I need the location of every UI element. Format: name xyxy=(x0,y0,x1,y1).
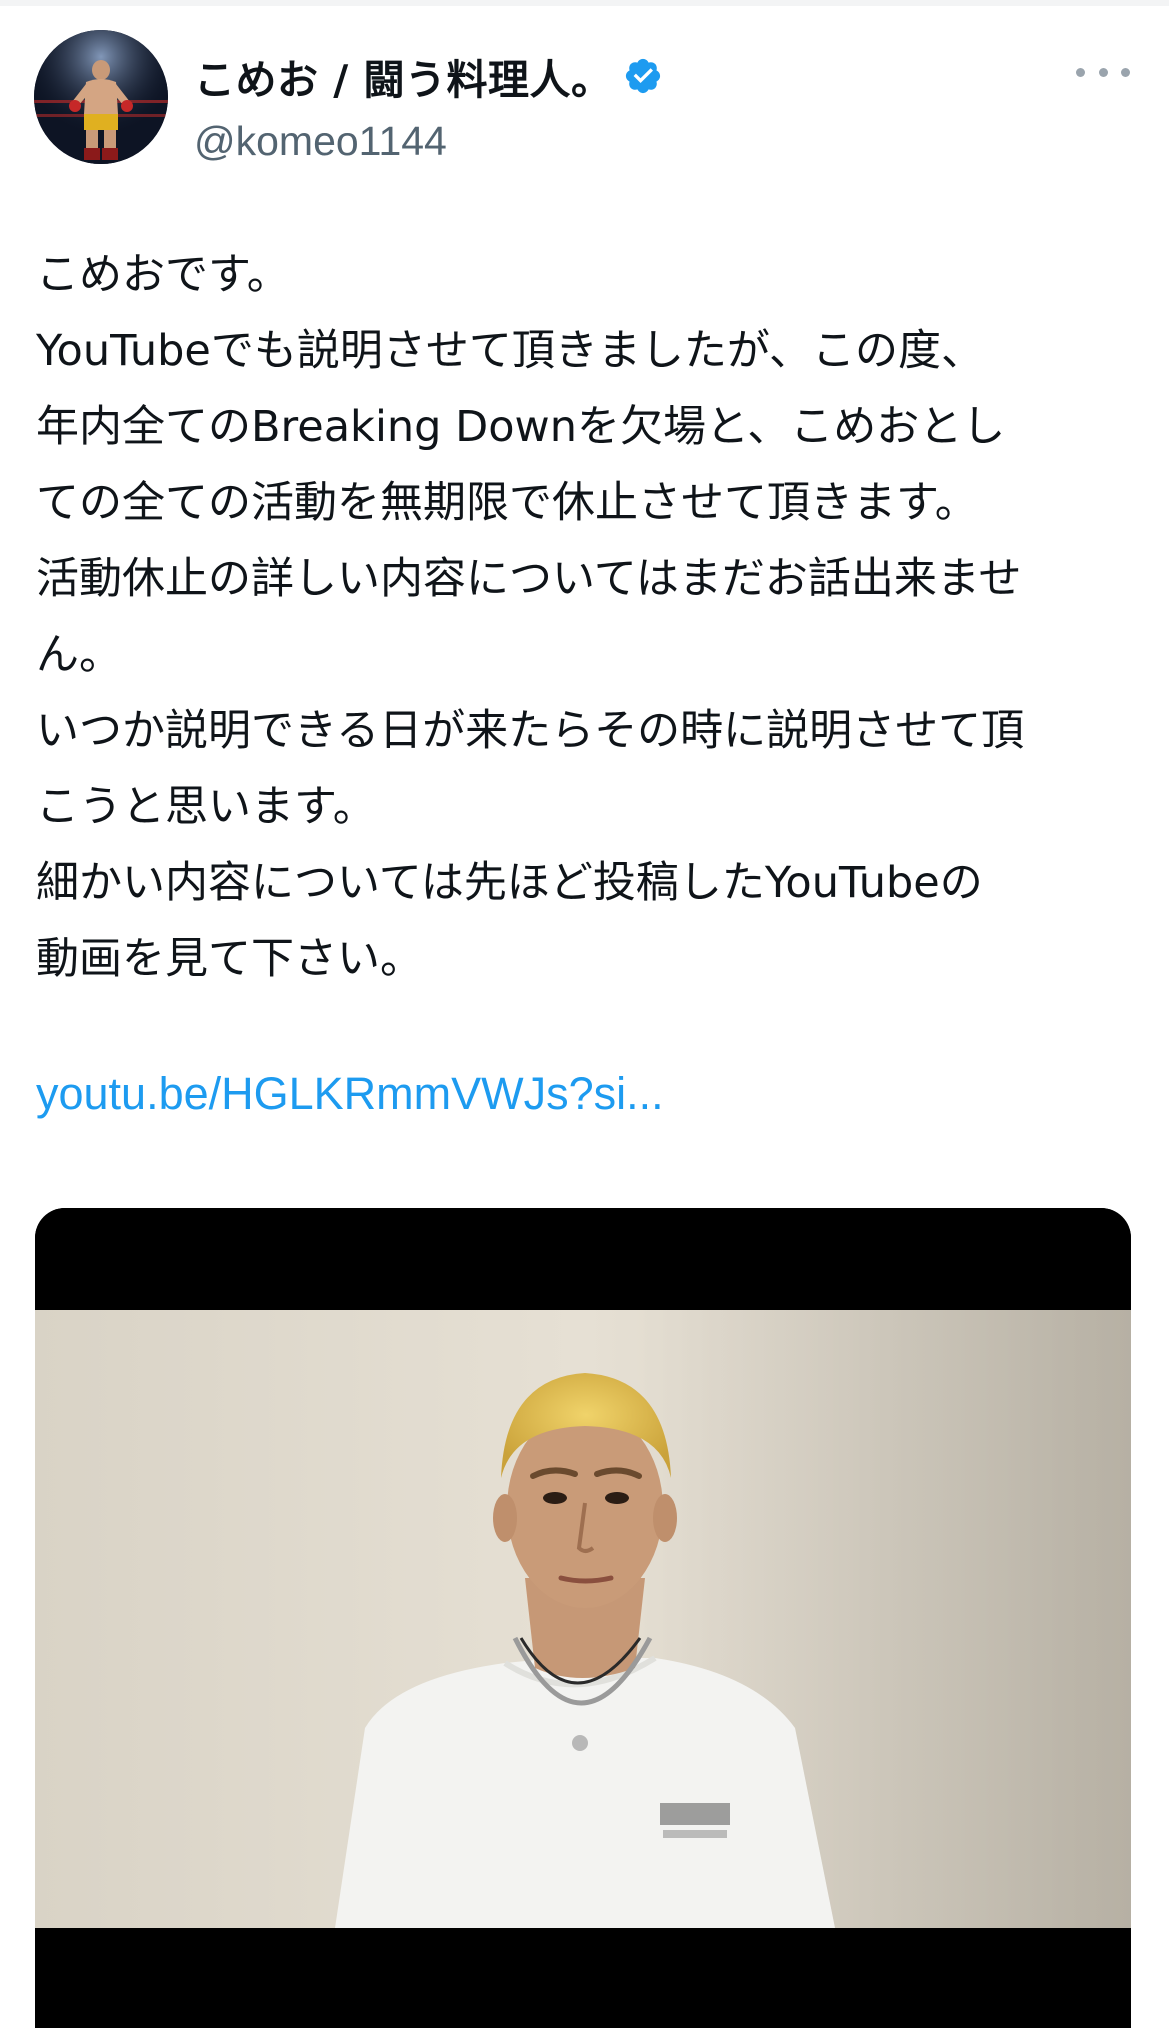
thumbnail-image xyxy=(35,1208,1131,2028)
more-options-icon[interactable] xyxy=(1076,52,1130,92)
name-row: こめお / 闘う料理人。 xyxy=(194,46,663,106)
more-dot xyxy=(1076,67,1085,77)
tweet-line: ん。 xyxy=(36,630,122,680)
tweet-line: ての全ての活動を無期限で休止させて頂きます。 xyxy=(36,478,978,528)
more-dot xyxy=(1121,67,1130,77)
verified-badge-icon xyxy=(625,58,660,94)
tweet-line: 活動休止の詳しい内容についてはまだお話出来ませ xyxy=(36,554,1022,604)
tweet-line: いつか説明できる日が来たらその時に説明させて頂 xyxy=(36,706,1025,756)
display-name[interactable]: こめお / 闘う料理人。 xyxy=(194,46,613,106)
top-divider xyxy=(0,0,1169,6)
tweet-line: こうと思います。 xyxy=(36,782,376,832)
more-dot xyxy=(1098,67,1108,77)
avatar[interactable] xyxy=(34,30,168,164)
tweet-line: YouTubeでも説明させて頂きましたが、この度、 xyxy=(36,326,984,376)
avatar-image xyxy=(34,30,168,164)
tweet-text: こめおです。 YouTubeでも説明させて頂きましたが、この度、 年内全てのBr… xyxy=(36,237,1146,997)
tweet-header: こめお / 闘う料理人。 @komeo1144 xyxy=(34,30,1134,170)
handle[interactable]: @komeo1144 xyxy=(194,118,447,165)
tweet-line: こめおです。 xyxy=(36,250,290,300)
tweet-link[interactable]: youtu.be/HGLKRmmVWJs?si... xyxy=(36,1068,664,1120)
tweet-line: 年内全てのBreaking Downを欠場と、こめおとし xyxy=(36,402,1006,452)
video-thumbnail[interactable] xyxy=(35,1208,1131,2028)
tweet-line: 細かい内容については先ほど投稿したYouTubeの xyxy=(36,858,983,908)
tweet-line: 動画を見て下さい。 xyxy=(36,934,423,984)
